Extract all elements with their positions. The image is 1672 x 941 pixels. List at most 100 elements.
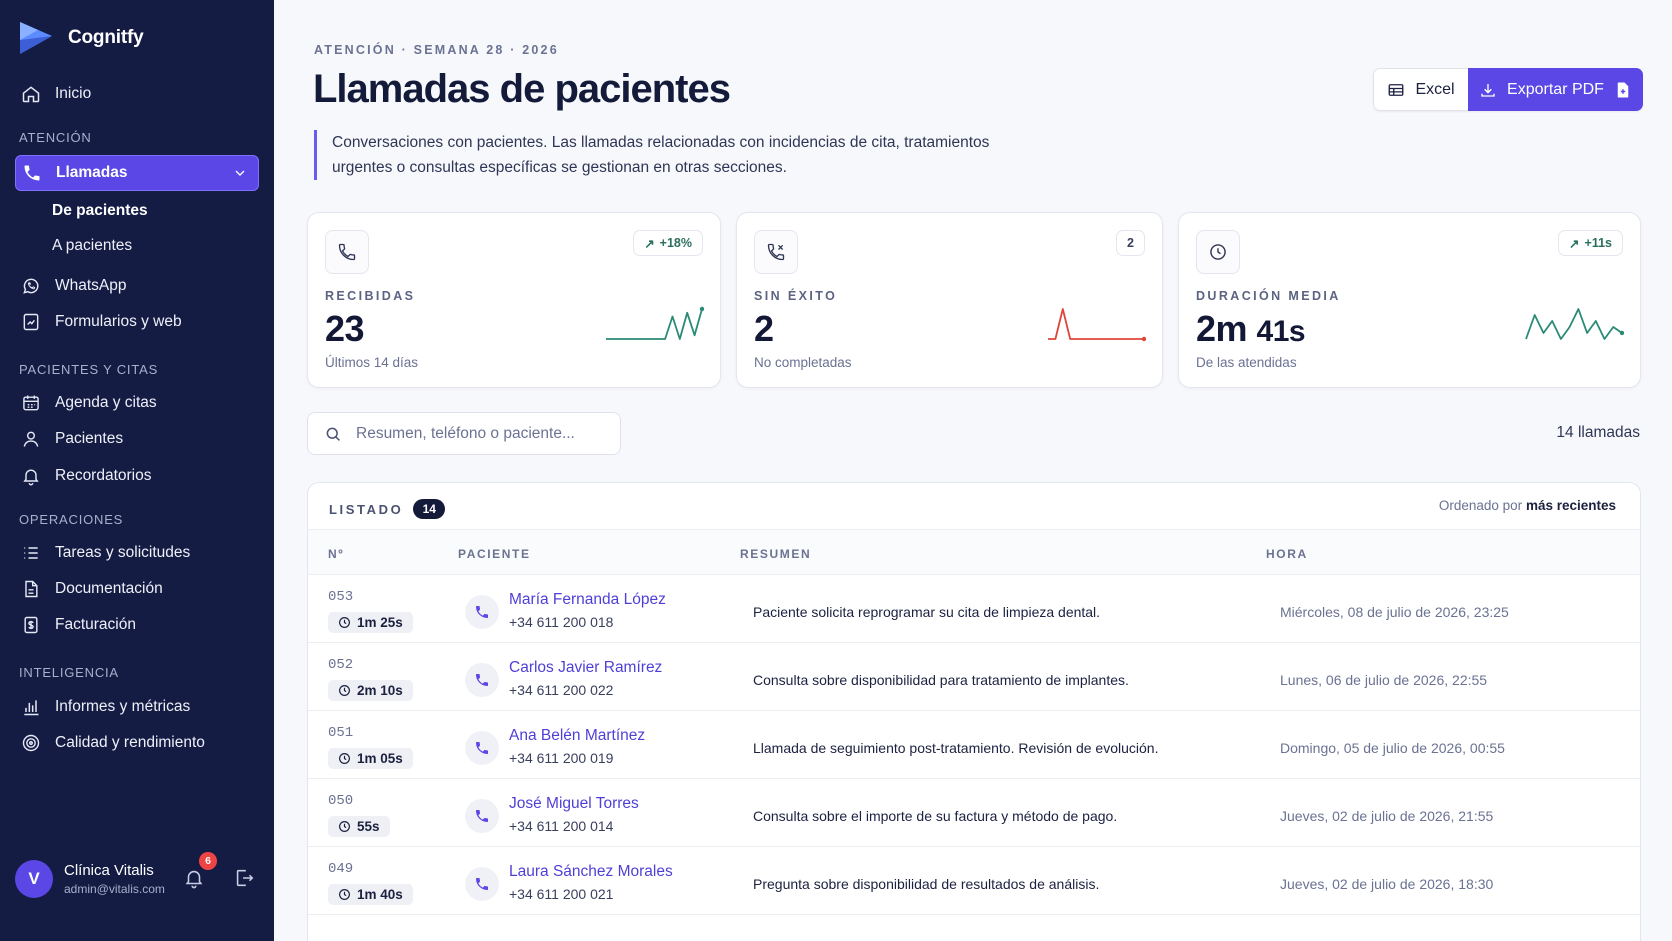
count-badge-value: 2 (1127, 236, 1134, 250)
clock-icon (339, 617, 350, 628)
call-icon-button[interactable] (465, 731, 499, 765)
sidebar-item-recordatorios[interactable]: Recordatorios (15, 458, 259, 494)
sidebar-item-calidad[interactable]: Calidad y rendimiento (15, 725, 259, 761)
sidebar-item-documentacion[interactable]: Documentación (15, 571, 259, 607)
table-row[interactable]: 052 2m 10s Carlos Javier Ramírez +34 611 20… (308, 643, 1640, 711)
table-row[interactable]: 053 1m 25s María Fernanda López +34 611 200… (308, 575, 1640, 643)
export-button-group: Excel Exportar PDF (1373, 68, 1643, 111)
missed-call-icon (767, 243, 785, 261)
sidebar-item-label: Documentación (55, 580, 163, 597)
duration-badge: 55s (328, 816, 390, 837)
call-icon-button[interactable] (465, 595, 499, 629)
call-time: Jueves, 02 de julio de 2026, 21:55 (1280, 808, 1494, 824)
call-number: 051 (328, 725, 354, 741)
duration-value: 55s (357, 819, 380, 834)
call-number: 049 (328, 861, 354, 877)
user-profile[interactable]: V Clínica Vitalis admin@vitalis.com 6 (15, 852, 265, 901)
call-summary: Paciente solicita reprogramar su cita de… (753, 604, 1101, 620)
sidebar-item-label: WhatsApp (55, 277, 127, 294)
avatar[interactable]: V (15, 860, 53, 898)
sidebar-item-label: Llamadas (56, 164, 128, 181)
patient-name-link[interactable]: Ana Belén Martínez (509, 727, 645, 745)
main-content: ATENCIÓN · SEMANA 28 · 2026 Llamadas de … (274, 0, 1672, 941)
sidebar-item-label: Informes y métricas (55, 698, 191, 715)
call-icon-button[interactable] (465, 799, 499, 833)
sidebar-item-pacientes[interactable]: Pacientes (15, 421, 259, 457)
download-icon (1481, 83, 1495, 97)
table-row[interactable]: 050 55s José Miguel Torres +34 611 200 014 C… (308, 779, 1640, 847)
sidebar-item-agenda[interactable]: Agenda y citas (15, 385, 259, 421)
brand[interactable]: Cognitfy (18, 18, 144, 58)
pdf-file-icon (1617, 82, 1629, 97)
column-header-hora[interactable]: HORA (1266, 547, 1308, 561)
kpi-icon-box (1196, 230, 1240, 274)
call-summary: Pregunta sobre disponibilidad de resulta… (753, 876, 1100, 892)
export-pdf-button[interactable]: Exportar PDF (1468, 68, 1643, 111)
sort-indicator[interactable]: Ordenado por más recientes (1439, 498, 1616, 513)
column-header-resumen[interactable]: RESUMEN (740, 547, 811, 561)
sparkline-end-dot (1619, 330, 1624, 336)
search-input[interactable] (356, 424, 616, 443)
user-text: Clínica Vitalis admin@vitalis.com (64, 862, 165, 896)
list-count-badge: 14 (413, 499, 446, 519)
phone-icon (338, 243, 356, 261)
call-time: Miércoles, 08 de julio de 2026, 23:25 (1280, 604, 1509, 620)
sidebar-item-informes[interactable]: Informes y métricas (15, 689, 259, 725)
sidebar-subitem-de-pacientes[interactable]: De pacientes (52, 202, 148, 220)
sparkline-duracion (1525, 308, 1624, 340)
list-title-text: LISTADO (329, 501, 404, 517)
calls-table: LISTADO 14 Ordenado por más recientes Nº… (307, 482, 1641, 941)
list-icon (24, 547, 38, 559)
sparkline-path (606, 308, 703, 340)
search-box[interactable] (307, 412, 621, 455)
phone-icon (476, 878, 488, 890)
sidebar-item-label: Tareas y solicitudes (55, 544, 191, 561)
export-excel-button[interactable]: Excel (1373, 68, 1468, 111)
clock-icon (339, 753, 350, 764)
column-header-paciente[interactable]: PACIENTE (458, 547, 531, 561)
whatsapp-icon (23, 278, 39, 294)
kpi-subtitle: De las atendidas (1196, 355, 1297, 370)
sidebar-item-label: Facturación (55, 616, 136, 633)
trend-up-icon: ↗ (644, 236, 655, 251)
kpi-value-seconds: 41s (1256, 315, 1306, 348)
kpi-icon-box (754, 230, 798, 274)
patient-phone: +34 611 200 018 (509, 614, 614, 630)
call-number: 053 (328, 589, 354, 605)
sidebar-item-llamadas[interactable]: Llamadas (15, 155, 259, 191)
sparkline-recibidas (606, 306, 704, 340)
kpi-icon-box (325, 230, 369, 274)
sidebar-subitem-a-pacientes[interactable]: A pacientes (52, 237, 132, 255)
sidebar-item-whatsapp[interactable]: WhatsApp (15, 268, 259, 304)
patient-name-link[interactable]: Laura Sánchez Morales (509, 863, 673, 881)
table-row[interactable]: 049 1m 40s Laura Sánchez Morales +34 611 20… (308, 847, 1640, 915)
patient-phone: +34 611 200 014 (509, 818, 614, 834)
result-count: 14 llamadas (1556, 424, 1640, 441)
sparkline-path (1048, 308, 1144, 340)
duration-value: 2m 10s (357, 683, 403, 698)
sidebar-item-inicio[interactable]: Inicio (15, 76, 259, 112)
call-number: 052 (328, 657, 354, 673)
patient-name-link[interactable]: José Miguel Torres (509, 795, 639, 813)
trend-value: +18% (659, 236, 692, 250)
call-icon-button[interactable] (465, 663, 499, 697)
patient-phone: +34 611 200 019 (509, 750, 614, 766)
section-label-operaciones: OPERACIONES (19, 512, 124, 527)
logout-icon[interactable] (233, 867, 255, 889)
sidebar-item-facturacion[interactable]: Facturación (15, 607, 259, 643)
sparkline-path (1525, 308, 1623, 340)
section-label-atencion: ATENCIÓN (19, 130, 92, 145)
notifications-bell-icon[interactable] (183, 867, 205, 889)
patient-name-link[interactable]: Carlos Javier Ramírez (509, 659, 662, 677)
column-header-num[interactable]: Nº (328, 547, 344, 561)
patient-name-link[interactable]: María Fernanda López (509, 591, 666, 609)
sidebar-item-formularios[interactable]: Formularios y web (15, 304, 259, 340)
duration-badge: 2m 10s (328, 680, 413, 701)
table-row[interactable]: 051 1m 05s Ana Belén Martínez +34 611 200 0… (308, 711, 1640, 779)
call-time: Jueves, 02 de julio de 2026, 18:30 (1280, 876, 1494, 892)
form-icon (23, 313, 39, 331)
call-icon-button[interactable] (465, 867, 499, 901)
sidebar-item-tareas[interactable]: Tareas y solicitudes (15, 535, 259, 571)
patient-phone: +34 611 200 022 (509, 682, 614, 698)
clock-icon (1210, 244, 1226, 260)
